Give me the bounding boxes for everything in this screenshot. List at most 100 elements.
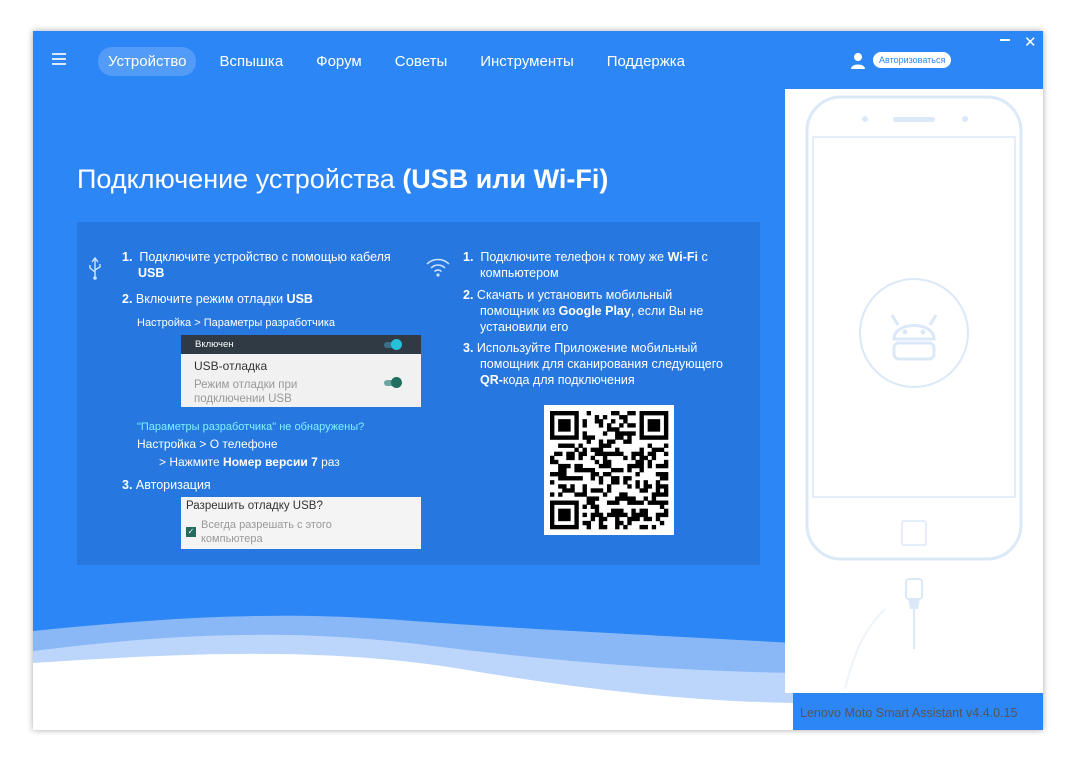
qr-module xyxy=(586,520,591,526)
main-nav: Устройство Вспышка Форум Советы Инструме… xyxy=(98,47,708,76)
qr-module xyxy=(550,512,555,518)
nav-flash[interactable]: Вспышка xyxy=(209,47,293,76)
qr-module xyxy=(635,463,640,469)
qr-module xyxy=(566,500,571,505)
qr-module xyxy=(598,443,604,448)
qr-module xyxy=(602,415,608,420)
qr-module xyxy=(631,451,636,457)
qr-module xyxy=(594,415,600,420)
qr-module xyxy=(655,472,661,477)
qr-module xyxy=(647,419,653,424)
qr-module xyxy=(602,443,608,448)
qr-module xyxy=(562,419,567,424)
qr-module xyxy=(558,423,563,428)
qr-module xyxy=(659,520,665,526)
qr-module xyxy=(643,488,648,493)
title-bold: (USB или Wi-Fi) xyxy=(402,164,609,194)
qr-module xyxy=(558,508,563,514)
qr-module xyxy=(582,484,587,489)
qr-module xyxy=(562,427,567,432)
qr-module xyxy=(639,524,644,530)
usb-debug-toggle xyxy=(384,377,402,388)
qr-module xyxy=(635,516,640,522)
qr-module xyxy=(647,423,653,428)
qr-module xyxy=(578,463,583,469)
qr-module xyxy=(663,500,669,505)
qr-module xyxy=(558,419,563,424)
qr-module xyxy=(623,415,628,420)
qr-module xyxy=(570,488,575,493)
qr-module xyxy=(627,520,632,526)
qr-module xyxy=(619,496,624,501)
minimize-icon[interactable] xyxy=(1000,39,1010,41)
qr-module xyxy=(611,467,616,473)
qr-module xyxy=(594,504,600,509)
qr-module xyxy=(570,451,575,457)
qr-module xyxy=(598,463,604,469)
qr-module xyxy=(562,443,567,448)
nav-tools[interactable]: Инструменты xyxy=(470,47,584,76)
menu-icon[interactable] xyxy=(52,53,66,65)
qr-module xyxy=(574,504,579,509)
authorize-title: Разрешить отладку USB? xyxy=(186,500,323,512)
qr-module xyxy=(611,427,616,432)
qr-module xyxy=(643,480,648,485)
qr-module xyxy=(647,451,653,457)
nav-forum[interactable]: Форум xyxy=(306,47,372,76)
wave-decoration xyxy=(33,615,793,730)
qr-module xyxy=(582,451,587,457)
qr-module xyxy=(570,484,575,489)
close-icon[interactable]: ✕ xyxy=(1024,35,1037,50)
qr-module xyxy=(594,496,600,501)
qr-module xyxy=(602,492,608,497)
qr-module xyxy=(574,415,579,420)
qr-module xyxy=(627,467,632,473)
qr-module xyxy=(590,447,596,452)
qr-module xyxy=(582,467,587,473)
qr-module xyxy=(627,431,632,436)
user-icon[interactable] xyxy=(850,52,866,70)
qr-module xyxy=(623,524,628,530)
press-build-number: > Нажмите Номер версии 7 раз xyxy=(159,455,340,469)
qr-module xyxy=(554,451,559,457)
qr-module xyxy=(619,415,624,420)
qr-module xyxy=(582,419,587,424)
usb-step2: 2. Включите режим отладки USB xyxy=(122,292,313,306)
qr-module xyxy=(623,480,628,485)
usb-step3: 3. Авторизация xyxy=(122,478,211,492)
qr-module xyxy=(639,427,644,432)
instructions-panel: 1. Подключите устройство с помощью кабел… xyxy=(77,222,760,565)
qr-module xyxy=(663,415,669,420)
qr-module xyxy=(631,500,636,505)
qr-module xyxy=(631,455,636,461)
qr-module xyxy=(574,476,579,481)
nav-tips[interactable]: Советы xyxy=(385,47,457,76)
qr-module xyxy=(663,484,669,489)
usb-cable-icon xyxy=(905,578,923,649)
qr-module xyxy=(554,459,559,465)
qr-module xyxy=(663,488,669,493)
login-button[interactable]: Авторизоваться xyxy=(873,52,952,68)
qr-module xyxy=(590,504,596,509)
qr-module xyxy=(639,488,644,493)
usb-debug-title: USB-отладка xyxy=(194,359,268,373)
qr-module xyxy=(566,508,571,514)
qr-module xyxy=(627,423,632,428)
qr-module xyxy=(655,423,661,428)
qr-module xyxy=(574,431,579,436)
qr-module xyxy=(659,463,665,469)
qr-module xyxy=(550,504,555,509)
qr-module xyxy=(659,492,665,497)
wifi-step2-line3: установили его xyxy=(480,320,569,334)
qr-module xyxy=(562,472,567,477)
nav-support[interactable]: Поддержка xyxy=(597,47,695,76)
qr-module xyxy=(635,459,640,465)
device-preview-panel xyxy=(785,89,1043,693)
qr-module xyxy=(639,447,644,452)
nav-device[interactable]: Устройство xyxy=(98,47,197,76)
qr-code xyxy=(544,405,674,535)
qr-module xyxy=(639,423,644,428)
qr-module xyxy=(643,516,648,522)
qr-module xyxy=(643,435,648,440)
qr-module xyxy=(582,520,587,526)
